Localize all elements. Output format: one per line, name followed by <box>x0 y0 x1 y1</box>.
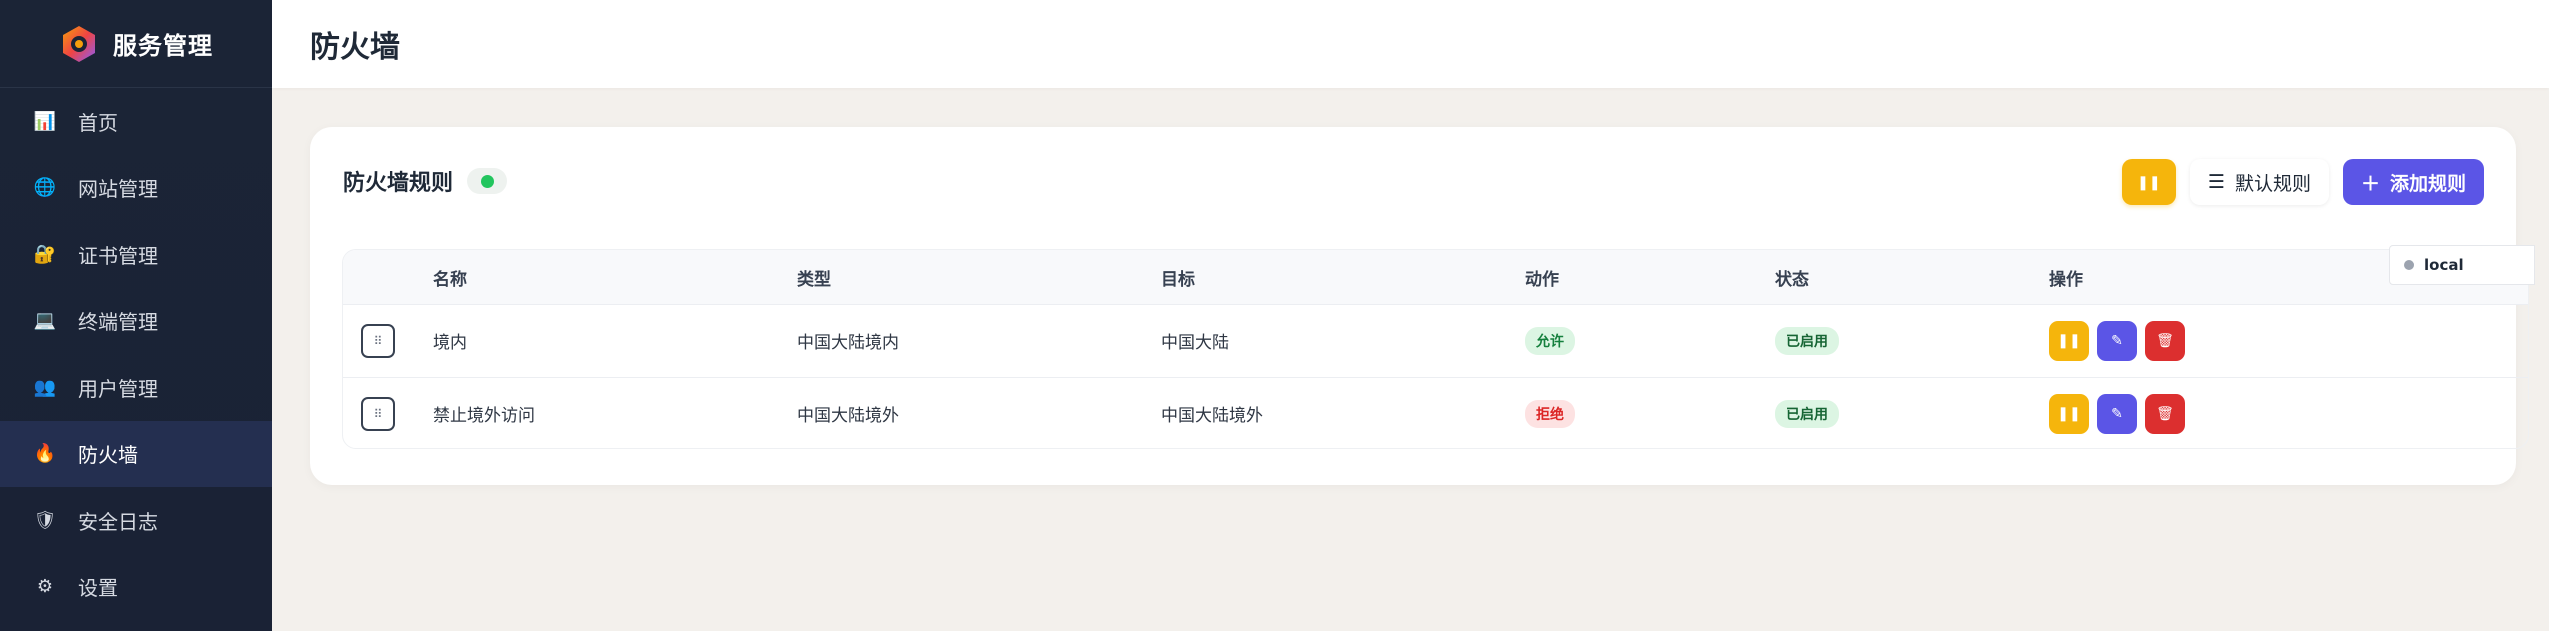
rules-table: 名称 类型 目标 动作 状态 操作 ⠿ 境内 中国大陆境内 中国大陆 允许 已启… <box>342 249 2529 449</box>
column-header-action: 动作 <box>1525 269 1559 290</box>
sidebar-item-label: 网站管理 <box>78 177 158 202</box>
pause-all-button[interactable]: ❚❚ <box>2121 159 2176 205</box>
sidebar-item-users[interactable]: 👥 用户管理 <box>0 354 272 421</box>
sidebar-item-label: 终端管理 <box>78 310 158 335</box>
laptop-icon: 💻 <box>33 310 57 332</box>
rule-name: 境内 <box>433 333 467 354</box>
status-badge: 已启用 <box>1775 326 1839 355</box>
app-title: 服务管理 <box>113 32 213 60</box>
rule-type: 中国大陆境内 <box>797 333 899 354</box>
sidebar-item-security-logs[interactable]: 🛡 安全日志 <box>0 487 272 554</box>
card-title: 防火墙规则 <box>343 171 454 196</box>
drag-handle-icon[interactable]: ⠿ <box>361 396 395 431</box>
table-row: ⠿ 境内 中国大陆境内 中国大陆 允许 已启用 ❚❚ ✎ 🗑 <box>343 305 2528 378</box>
column-header-target: 目标 <box>1161 269 1195 290</box>
pause-icon: ❚❚ <box>2057 405 2081 422</box>
sidebar: 服务管理 📊 首页 🌐 网站管理 🔐 证书管理 💻 终端管理 👥 用户管理 🔥 … <box>0 0 272 631</box>
page-title: 防火墙 <box>310 30 400 65</box>
sidebar-item-terminals[interactable]: 💻 终端管理 <box>0 288 272 355</box>
page-header: 防火墙 <box>272 0 2549 88</box>
sidebar-item-label: 用户管理 <box>78 376 158 401</box>
column-header-status: 状态 <box>1775 269 1809 290</box>
status-badge: 已启用 <box>1775 399 1839 428</box>
row-actions: ❚❚ ✎ 🗑 <box>2049 320 2528 361</box>
rule-name: 禁止境外访问 <box>433 406 535 427</box>
sidebar-item-firewall[interactable]: 🔥 防火墙 <box>0 420 272 487</box>
rule-type: 中国大陆境外 <box>797 406 899 427</box>
plus-icon: ＋ <box>2360 172 2380 195</box>
default-rules-label: 默认规则 <box>2234 172 2311 195</box>
status-dot-icon <box>2404 260 2414 270</box>
status-indicator <box>467 168 508 194</box>
trash-icon: 🗑 <box>2156 332 2174 349</box>
sidebar-item-label: 防火墙 <box>78 443 138 468</box>
delete-rule-button[interactable]: 🗑 <box>2145 393 2185 434</box>
sidebar-item-websites[interactable]: 🌐 网站管理 <box>0 155 272 222</box>
brand: 服务管理 <box>0 0 272 88</box>
sidebar-item-label: 安全日志 <box>78 509 158 534</box>
status-dot-icon <box>480 174 494 188</box>
firewall-rules-card: 防火墙规则 ❚❚ ☰ 默认规则 ＋ 添加规则 名称 类型 目标 动作 状态 操作 <box>310 127 2529 485</box>
action-badge: 拒绝 <box>1525 399 1575 428</box>
pause-rule-button[interactable]: ❚❚ <box>2049 320 2089 361</box>
hexagon-logo-icon <box>59 24 99 64</box>
table-row: ⠿ 禁止境外访问 中国大陆境外 中国大陆境外 拒绝 已启用 ❚❚ ✎ 🗑 <box>343 378 2528 449</box>
pause-rule-button[interactable]: ❚❚ <box>2049 393 2089 434</box>
card-title-row: 防火墙规则 <box>343 165 508 197</box>
sidebar-item-settings[interactable]: ⚙ 设置 <box>0 554 272 621</box>
sidebar-item-label: 设置 <box>78 576 118 601</box>
rule-target: 中国大陆境外 <box>1161 406 1263 427</box>
globe-icon: 🌐 <box>33 177 57 199</box>
sidebar-item-home[interactable]: 📊 首页 <box>0 88 272 155</box>
fire-icon: 🔥 <box>33 443 57 465</box>
sidebar-item-certificates[interactable]: 🔐 证书管理 <box>0 221 272 288</box>
pause-icon: ❚❚ <box>2137 173 2161 190</box>
delete-rule-button[interactable]: 🗑 <box>2145 320 2185 361</box>
pencil-icon: ✎ <box>2111 332 2123 349</box>
pencil-icon: ✎ <box>2111 405 2123 422</box>
column-header-name: 名称 <box>433 269 467 290</box>
add-rule-button[interactable]: ＋ 添加规则 <box>2342 159 2484 205</box>
default-rules-button[interactable]: ☰ 默认规则 <box>2189 159 2329 205</box>
toolbar: ❚❚ ☰ 默认规则 ＋ 添加规则 <box>2121 159 2484 205</box>
add-rule-label: 添加规则 <box>2389 172 2466 195</box>
chart-icon: 📊 <box>33 110 57 132</box>
table-header: 名称 类型 目标 动作 状态 操作 <box>343 250 2528 305</box>
trash-icon: 🗑 <box>2156 405 2174 422</box>
lock-icon: 🔐 <box>33 243 57 265</box>
column-header-type: 类型 <box>797 269 831 290</box>
pause-icon: ❚❚ <box>2057 332 2081 349</box>
rule-target: 中国大陆 <box>1161 333 1229 354</box>
sidebar-item-label: 证书管理 <box>78 243 158 268</box>
list-icon: ☰ <box>2207 171 2225 193</box>
drag-handle-icon[interactable]: ⠿ <box>361 323 395 358</box>
sidebar-item-label: 首页 <box>78 110 118 135</box>
action-badge: 允许 <box>1525 326 1575 355</box>
users-icon: 👥 <box>33 376 57 398</box>
local-tag-label: local <box>2424 256 2464 274</box>
edit-rule-button[interactable]: ✎ <box>2097 393 2137 434</box>
sidebar-nav: 📊 首页 🌐 网站管理 🔐 证书管理 💻 终端管理 👥 用户管理 🔥 防火墙 🛡… <box>0 88 272 620</box>
local-environment-tag[interactable]: local <box>2389 245 2535 285</box>
edit-rule-button[interactable]: ✎ <box>2097 320 2137 361</box>
shield-icon: 🛡 <box>33 509 57 531</box>
gear-icon: ⚙ <box>36 576 54 598</box>
row-actions: ❚❚ ✎ 🗑 <box>2049 393 2528 434</box>
